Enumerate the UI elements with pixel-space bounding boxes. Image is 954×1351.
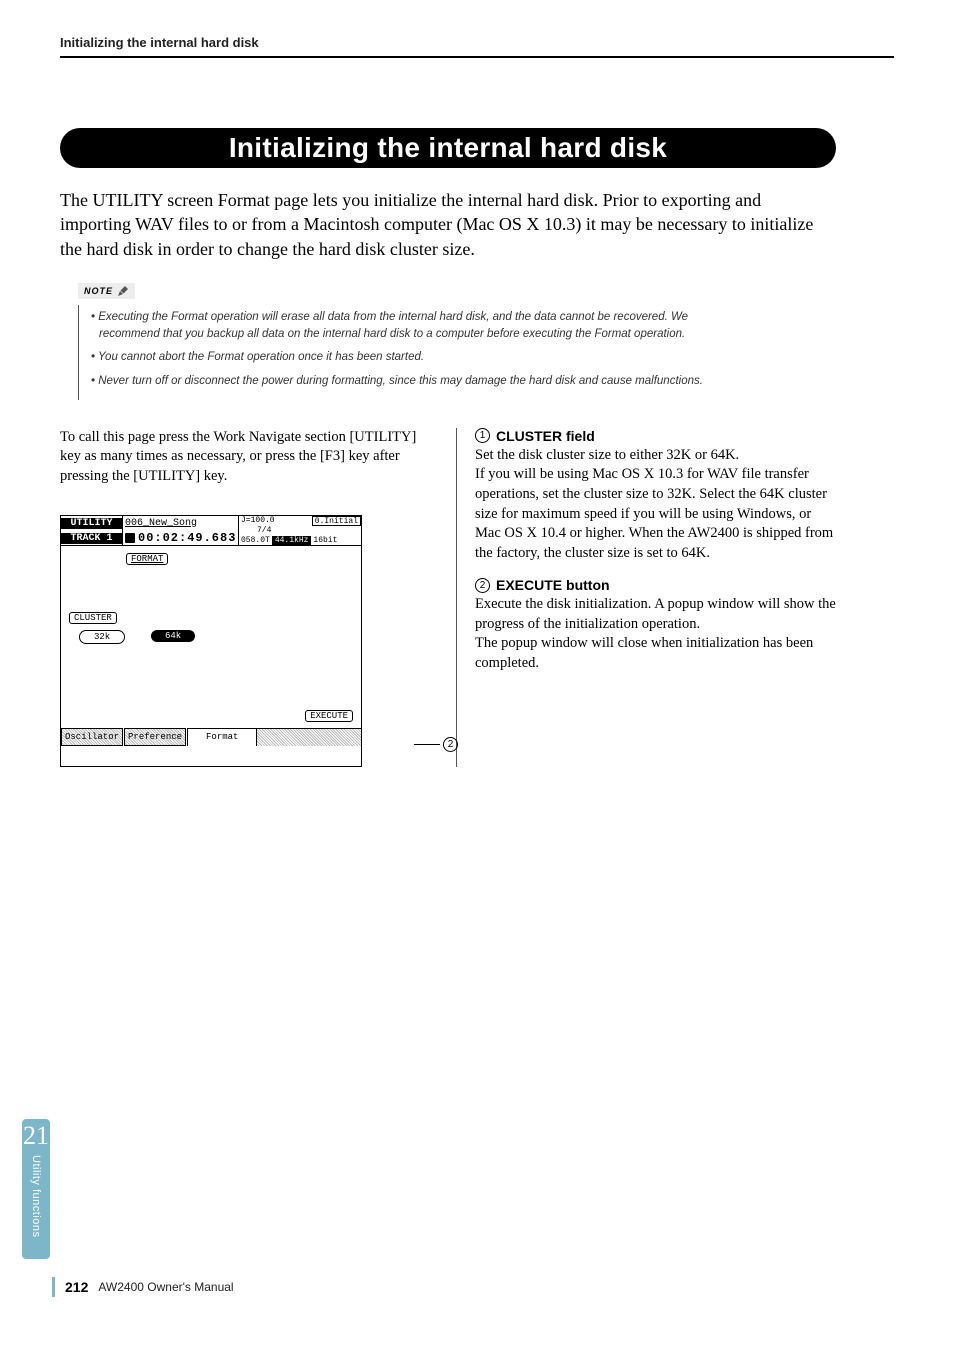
lcd-cluster-64k: 64k — [151, 630, 195, 642]
section-title: Initializing the internal hard disk — [104, 132, 792, 164]
page-number: 212 — [65, 1279, 88, 1295]
chapter-tab: 21 Utility functions — [22, 1119, 50, 1259]
running-head: Initializing the internal hard disk — [60, 35, 894, 56]
note-bullet: • Never turn off or disconnect the power… — [91, 373, 741, 390]
section-title-bar: Initializing the internal hard disk — [60, 128, 836, 168]
page-footer: 212 AW2400 Owner's Manual — [52, 1277, 234, 1297]
lcd-remain: 058.0T — [241, 536, 270, 545]
right-column: 1 CLUSTER field Set the disk cluster siz… — [456, 428, 836, 767]
callout-number: 2 — [443, 737, 458, 752]
item-title: EXECUTE button — [496, 577, 610, 593]
lcd-scene: 0.Initial — [312, 516, 361, 526]
item-number: 2 — [475, 578, 490, 593]
lock-icon — [125, 533, 135, 543]
header-rule — [60, 56, 894, 58]
item-head-cluster: 1 CLUSTER field — [475, 428, 836, 444]
lcd-screenshot: UTILITY TRACK 1 006_New_Song 00:02:49.68… — [60, 515, 362, 767]
lcd-format-button: FORMAT — [126, 553, 168, 565]
lcd-song-name: 006_New_Song — [123, 516, 238, 531]
lcd-tab-oscillator: Oscillator — [61, 728, 123, 746]
callout-2: 2 — [414, 737, 458, 752]
note-bullet: • Executing the Format operation will er… — [91, 309, 741, 344]
lcd-execute-button: EXECUTE — [305, 710, 353, 722]
item-head-execute: 2 EXECUTE button — [475, 577, 836, 593]
note-bullet: • You cannot abort the Format operation … — [91, 349, 741, 366]
lcd-tab-format: Format — [187, 728, 257, 746]
lcd-sig: 7/4 — [239, 526, 271, 536]
item-body: Set the disk cluster size to either 32K … — [475, 446, 836, 563]
lcd-cluster-32k: 32k — [79, 630, 125, 644]
lcd-figure: 1 UTILITY TRACK 1 006_New_Song 00:02:49.… — [60, 515, 430, 767]
lcd-timecode: 00:02:49.683 — [138, 531, 236, 545]
lcd-tab-preference: Preference — [124, 728, 186, 746]
pencil-icon — [117, 285, 129, 297]
manual-reference: AW2400 Owner's Manual — [98, 1280, 233, 1294]
lcd-bitdepth: 16bit — [313, 536, 337, 545]
left-paragraph: To call this page press the Work Navigat… — [60, 428, 432, 487]
intro-paragraph: The UTILITY screen Format page lets you … — [60, 188, 836, 261]
note-block: NOTE • Executing the Format operation wi… — [60, 281, 836, 400]
item-body: Execute the disk initialization. A popup… — [475, 595, 836, 673]
lcd-samplerate: 44.1kHz — [272, 536, 312, 545]
item-number: 1 — [475, 428, 490, 443]
lcd-cluster-label: CLUSTER — [69, 612, 117, 624]
item-title: CLUSTER field — [496, 428, 595, 444]
note-label-text: NOTE — [84, 286, 113, 296]
chapter-label: Utility functions — [30, 1155, 42, 1237]
lcd-tempo: J=100.0 — [239, 516, 275, 526]
lcd-track-label: TRACK 1 — [61, 533, 122, 544]
note-label: NOTE — [78, 283, 135, 299]
lcd-utility-label: UTILITY — [61, 518, 122, 529]
left-column: To call this page press the Work Navigat… — [60, 428, 432, 767]
chapter-number: 21 — [23, 1123, 49, 1149]
